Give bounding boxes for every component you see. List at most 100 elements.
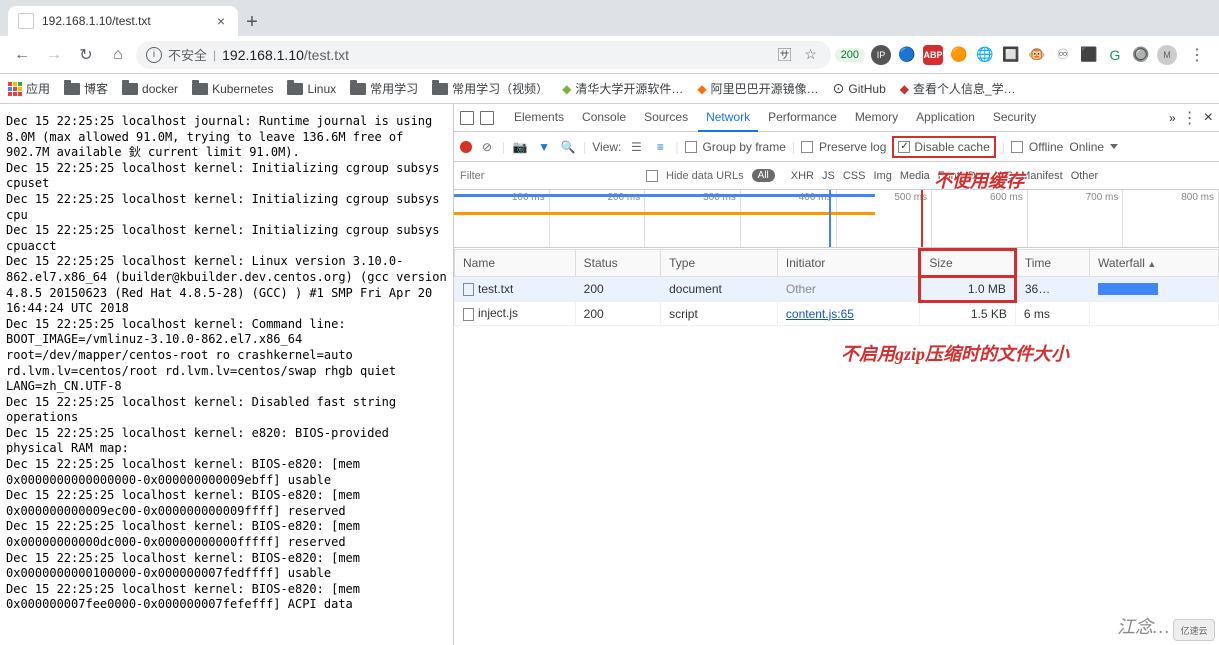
home-button[interactable]: ⌂ — [104, 41, 132, 69]
bookmark-item[interactable]: 常用学习（视频） — [432, 80, 548, 97]
bookmark-icon — [350, 83, 366, 95]
filter-type-css[interactable]: CSS — [843, 170, 866, 182]
ext-icon-2[interactable]: 🔵 — [897, 45, 917, 65]
url-host: 192.168.1.10 — [222, 47, 304, 63]
filter-type-js[interactable]: JS — [822, 170, 835, 182]
filter-input[interactable] — [460, 170, 510, 182]
browser-tab-bar: 192.168.1.10/test.txt × + — [0, 0, 1219, 36]
bookmark-item[interactable]: ◆阿里巴巴开源镜像… — [697, 80, 818, 97]
timeline-tick: 800 ms — [1123, 190, 1219, 247]
column-size[interactable]: Size — [920, 250, 1016, 277]
preserve-log-checkbox[interactable] — [801, 141, 813, 153]
search-icon[interactable]: 🔍 — [559, 138, 577, 156]
network-timeline[interactable]: 100 ms200 ms300 ms400 ms500 ms600 ms700 … — [454, 190, 1219, 248]
forward-button[interactable]: → — [40, 41, 68, 69]
bookmark-item[interactable]: ◆查看个人信息_学… — [900, 80, 1016, 97]
devtools-tab-elements[interactable]: Elements — [506, 104, 572, 132]
network-row[interactable]: inject.js200scriptcontent.js:651.5 KB6 m… — [455, 302, 1219, 326]
ext-icon-3[interactable]: ABP — [923, 45, 943, 65]
camera-icon[interactable]: 📷 — [511, 138, 529, 156]
column-initiator[interactable]: Initiator — [777, 250, 919, 277]
filter-all[interactable]: All — [752, 169, 775, 182]
bookmark-item[interactable]: 常用学习 — [350, 80, 418, 97]
bookmark-item[interactable]: ◆清华大学开源软件… — [562, 80, 683, 97]
hide-data-urls-checkbox[interactable] — [646, 170, 658, 182]
inspect-icon[interactable] — [460, 111, 474, 125]
column-time[interactable]: Time — [1015, 250, 1089, 277]
annotation-cache: 不使用缓存 — [934, 167, 1024, 193]
bookmark-item[interactable]: Kubernetes — [192, 82, 273, 96]
devtools-menu-icon[interactable]: ⋮ — [1182, 108, 1198, 128]
ext-icon-1[interactable]: IP — [871, 45, 891, 65]
more-tabs-button[interactable]: » — [1169, 111, 1176, 125]
back-button[interactable]: ← — [8, 41, 36, 69]
device-toggle-icon[interactable] — [480, 111, 494, 125]
bookmark-item[interactable]: 博客 — [64, 80, 108, 97]
ext-icon-5[interactable]: 🌐 — [975, 45, 995, 65]
ext-icon-4[interactable]: 🟠 — [949, 45, 969, 65]
bookmark-label: 阿里巴巴开源镜像… — [711, 80, 819, 97]
devtools-tab-memory[interactable]: Memory — [847, 104, 906, 132]
ext-icon-10[interactable]: G — [1105, 45, 1125, 65]
devtools-close-icon[interactable]: × — [1204, 109, 1213, 127]
column-status[interactable]: Status — [575, 250, 660, 277]
devtools-tab-network[interactable]: Network — [698, 104, 758, 132]
bookmark-label: 应用 — [26, 80, 50, 97]
devtools-header: ElementsConsoleSourcesNetworkPerformance… — [454, 104, 1219, 132]
offline-checkbox[interactable] — [1011, 141, 1023, 153]
bookmark-star-icon[interactable]: ☆ — [801, 45, 821, 65]
close-tab-icon[interactable]: × — [214, 14, 228, 28]
bookmark-item[interactable]: docker — [122, 82, 178, 96]
column-type[interactable]: Type — [661, 250, 778, 277]
group-by-frame-checkbox[interactable] — [685, 141, 697, 153]
bookmark-icon: ⊙ — [833, 80, 845, 97]
filter-type-other[interactable]: Other — [1071, 170, 1099, 182]
clear-icon[interactable]: ⊘ — [478, 138, 496, 156]
ext-icon-9[interactable]: ⬛ — [1079, 45, 1099, 65]
filter-type-manifest[interactable]: Manifest — [1021, 170, 1063, 182]
filter-icon[interactable]: ▼ — [535, 138, 553, 156]
browser-menu-icon[interactable]: ⋮ — [1183, 41, 1211, 69]
devtools-tab-performance[interactable]: Performance — [760, 104, 845, 132]
throttling-dropdown-icon[interactable] — [1110, 144, 1118, 149]
ext-icon-8[interactable]: ♾ — [1053, 45, 1073, 65]
url-input[interactable]: i 不安全 | 192.168.1.10/test.txt 🈂 ☆ — [136, 41, 831, 69]
bookmark-label: 查看个人信息_学… — [913, 80, 1016, 97]
filter-type-media[interactable]: Media — [900, 170, 930, 182]
devtools-tab-security[interactable]: Security — [985, 104, 1044, 132]
column-waterfall[interactable]: Waterfall ▲ — [1089, 250, 1218, 277]
devtools-tab-application[interactable]: Application — [908, 104, 983, 132]
ext-icon-7[interactable]: 🐵 — [1027, 45, 1047, 65]
bookmark-item[interactable]: Linux — [287, 82, 336, 96]
ext-icon-6[interactable]: 🔲 — [1001, 45, 1021, 65]
bookmark-item[interactable]: ⊙GitHub — [833, 80, 886, 97]
view-small-icon[interactable]: ≡ — [651, 138, 669, 156]
timeline-tick: 200 ms — [550, 190, 646, 247]
timeline-tick: 500 ms — [837, 190, 933, 247]
devtools-tab-console[interactable]: Console — [574, 104, 634, 132]
site-info-icon[interactable]: i — [146, 47, 162, 63]
preserve-log-label: Preserve log — [819, 140, 886, 154]
devtools-tab-sources[interactable]: Sources — [636, 104, 696, 132]
network-row[interactable]: test.txt200documentOther1.0 MB36… — [455, 277, 1219, 302]
reload-button[interactable]: ↻ — [72, 41, 100, 69]
view-large-icon[interactable]: ☰ — [627, 138, 645, 156]
browser-tab[interactable]: 192.168.1.10/test.txt × — [8, 6, 238, 36]
ext-icon-12[interactable]: M — [1157, 45, 1177, 65]
disable-cache-checkbox[interactable] — [898, 141, 910, 153]
cell-name: inject.js — [455, 302, 576, 326]
new-tab-button[interactable]: + — [238, 8, 266, 36]
cell-size: 1.0 MB — [920, 277, 1016, 302]
filter-type-xhr[interactable]: XHR — [791, 170, 814, 182]
bookmark-item[interactable]: 应用 — [8, 80, 50, 97]
translate-icon[interactable]: 🈂 — [775, 45, 795, 65]
cell-initiator[interactable]: content.js:65 — [777, 302, 919, 326]
ext-icon-11[interactable]: 🔘 — [1131, 45, 1151, 65]
bookmark-label: docker — [142, 82, 178, 96]
cell-time: 36… — [1015, 277, 1089, 302]
filter-type-img[interactable]: Img — [873, 170, 891, 182]
timeline-tick: 400 ms — [741, 190, 837, 247]
record-button[interactable] — [460, 141, 472, 153]
address-bar: ← → ↻ ⌂ i 不安全 | 192.168.1.10/test.txt 🈂 … — [0, 36, 1219, 74]
column-name[interactable]: Name — [455, 250, 576, 277]
